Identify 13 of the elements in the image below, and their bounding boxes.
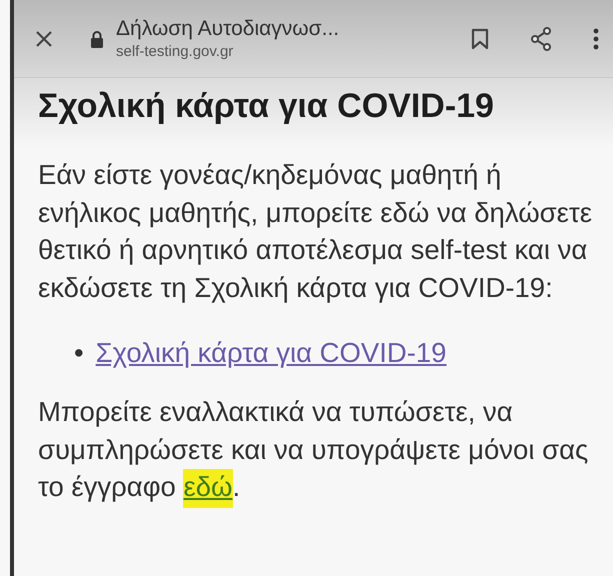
page-url: self-testing.gov.gr [116,42,234,62]
close-icon[interactable] [34,28,54,48]
page-title: Δήλωση Αυτοδιαγνωσ... [116,16,340,42]
more-icon[interactable] [593,28,599,50]
bullet: • [74,336,84,370]
here-link[interactable]: εδώ [183,469,233,508]
note-paragraph: Μπορείτε εναλλακτικά να τυπώσετε, να συμπληρώσετε και να υπογράψετε μόνοι σας το έγγραφο εδώ. [38,393,603,506]
share-icon[interactable] [529,26,553,50]
page-heading: Σχολική κάρτα για COVID-19 [38,86,495,126]
bookmark-icon[interactable] [471,28,489,50]
card-link[interactable]: Σχολική κάρτα για COVID-19 [96,334,446,371]
intro-paragraph: Εάν είστε γονέας/κηδεμόνας μαθητή ή ενήλικος μαθητής, μπορείτε εδώ να δηλώσετε θετικό ή αρνητικό αποτέλεσμα self-test και να εκδώσετε τη Σχολική κάρτα για COVID-19: [38,158,594,305]
lock-icon [90,30,104,48]
